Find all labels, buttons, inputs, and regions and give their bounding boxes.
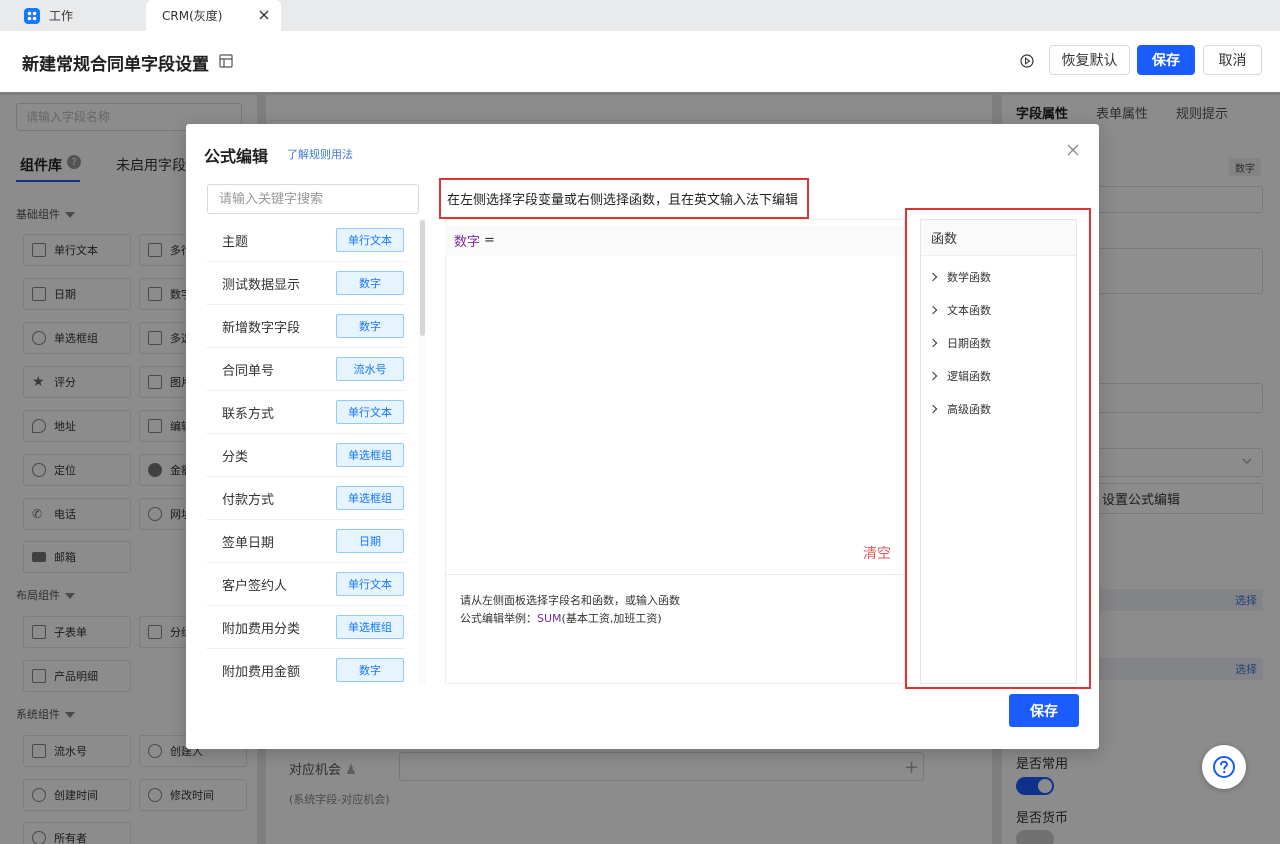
chevron-right-icon <box>928 404 938 414</box>
formula-equals: = <box>484 233 495 248</box>
field-item-name: 测试数据显示 <box>222 278 301 293</box>
close-tab-icon[interactable] <box>256 7 272 23</box>
dialog-save-button[interactable]: 保存 <box>1009 694 1079 727</box>
chevron-right-icon <box>928 338 938 348</box>
help-float-button[interactable] <box>1202 745 1246 789</box>
function-category-logic[interactable]: 逻辑函数 <box>928 367 1070 385</box>
field-type-tag: 单选框组 <box>336 443 404 467</box>
field-item[interactable]: 新增数字字段 数字 <box>206 305 406 348</box>
function-category-label: 逻辑函数 <box>947 370 991 383</box>
field-item[interactable]: 测试数据显示 数字 <box>206 262 406 305</box>
rules-help-link[interactable]: 了解规则用法 <box>287 146 353 162</box>
field-item-name: 签单日期 <box>222 536 275 551</box>
app-logo-icon <box>24 7 40 24</box>
field-item[interactable]: 联系方式 单行文本 <box>206 391 406 434</box>
formula-instruction: 请从左侧面板选择字段名和函数，或输入函数 <box>460 594 680 607</box>
field-item-name: 主题 <box>222 235 249 250</box>
example-args: (基本工资,加班工资) <box>561 612 662 625</box>
field-type-tag: 单行文本 <box>336 572 404 596</box>
function-category-advanced[interactable]: 高级函数 <box>928 400 1070 418</box>
field-item[interactable]: 合同单号 流水号 <box>206 348 406 391</box>
field-item-name: 联系方式 <box>222 407 275 422</box>
tab-crm[interactable]: CRM(灰度) <box>146 0 281 31</box>
field-item[interactable]: 分类 单选框组 <box>206 434 406 477</box>
function-category-math[interactable]: 数学函数 <box>928 268 1070 286</box>
function-panel <box>920 219 1077 684</box>
editor-hint-box: 在左侧选择字段变量或右侧选择函数，且在英文输入法下编辑 <box>439 178 809 219</box>
clear-button[interactable]: 清空 <box>863 543 891 563</box>
function-category-label: 数学函数 <box>947 271 991 284</box>
tab-work[interactable]: 工作 <box>24 0 73 31</box>
field-item-name: 新增数字字段 <box>222 321 301 336</box>
function-category-label: 高级函数 <box>947 403 991 416</box>
field-type-tag: 单行文本 <box>336 228 404 252</box>
close-icon[interactable] <box>1066 143 1080 157</box>
field-item[interactable]: 附加费用金额 数字 <box>206 649 406 684</box>
field-item-name: 附加费用金额 <box>222 665 301 680</box>
play-preview-icon[interactable] <box>1019 53 1035 69</box>
tab-crm-label: CRM(灰度) <box>162 9 223 23</box>
field-item-name: 分类 <box>222 450 249 465</box>
field-item[interactable]: 付款方式 单选框组 <box>206 477 406 520</box>
function-category-date[interactable]: 日期函数 <box>928 334 1070 352</box>
field-item[interactable]: 主题 单行文本 <box>206 219 406 262</box>
field-item[interactable]: 客户签约人 单行文本 <box>206 563 406 606</box>
chevron-right-icon <box>928 371 938 381</box>
field-type-tag: 数字 <box>336 658 404 682</box>
field-type-tag: 流水号 <box>336 357 404 381</box>
formula-example: 公式编辑举例：SUM(基本工资,加班工资) <box>460 610 662 626</box>
tab-work-label: 工作 <box>49 9 74 23</box>
field-item-name: 合同单号 <box>222 364 275 379</box>
field-item-name: 附加费用分类 <box>222 622 301 637</box>
field-list-scroll-thumb[interactable] <box>420 220 425 336</box>
dialog-title: 公式编辑 <box>204 147 269 166</box>
field-type-tag: 单行文本 <box>336 400 404 424</box>
field-item-name: 付款方式 <box>222 493 275 508</box>
save-button[interactable]: 保存 <box>1137 45 1195 75</box>
field-item[interactable]: 签单日期 日期 <box>206 520 406 563</box>
formula-variable: 数字 <box>454 235 481 250</box>
editor-divider <box>446 574 904 575</box>
field-type-tag: 单选框组 <box>336 486 404 510</box>
field-type-tag: 日期 <box>336 529 404 553</box>
chevron-right-icon <box>928 272 938 282</box>
function-category-text[interactable]: 文本函数 <box>928 301 1070 319</box>
field-item[interactable]: 附加费用分类 单选框组 <box>206 606 406 649</box>
field-type-tag: 数字 <box>336 271 404 295</box>
example-prefix: 公式编辑举例： <box>460 612 537 625</box>
formula-line[interactable]: 数字 = <box>445 225 904 256</box>
formula-editor-dialog: 公式编辑 了解规则用法 主题单行文本 测试数据显示数字 新增数字字段数字 合同单… <box>186 124 1099 749</box>
field-item-name: 客户签约人 <box>222 579 288 594</box>
question-icon <box>1212 755 1236 779</box>
field-type-tag: 单选框组 <box>336 615 404 639</box>
chevron-right-icon <box>928 305 938 315</box>
restore-default-button[interactable]: 恢复默认 <box>1049 45 1130 75</box>
function-category-label: 文本函数 <box>947 304 991 317</box>
function-category-label: 日期函数 <box>947 337 991 350</box>
layout-icon[interactable] <box>219 54 233 68</box>
example-function: SUM <box>537 612 562 625</box>
page-title: 新建常规合同单字段设置 <box>22 55 209 75</box>
keyword-search-input[interactable] <box>207 184 419 214</box>
cancel-button[interactable]: 取消 <box>1203 45 1262 75</box>
function-panel-title: 函数 <box>921 220 1076 256</box>
field-type-tag: 数字 <box>336 314 404 338</box>
